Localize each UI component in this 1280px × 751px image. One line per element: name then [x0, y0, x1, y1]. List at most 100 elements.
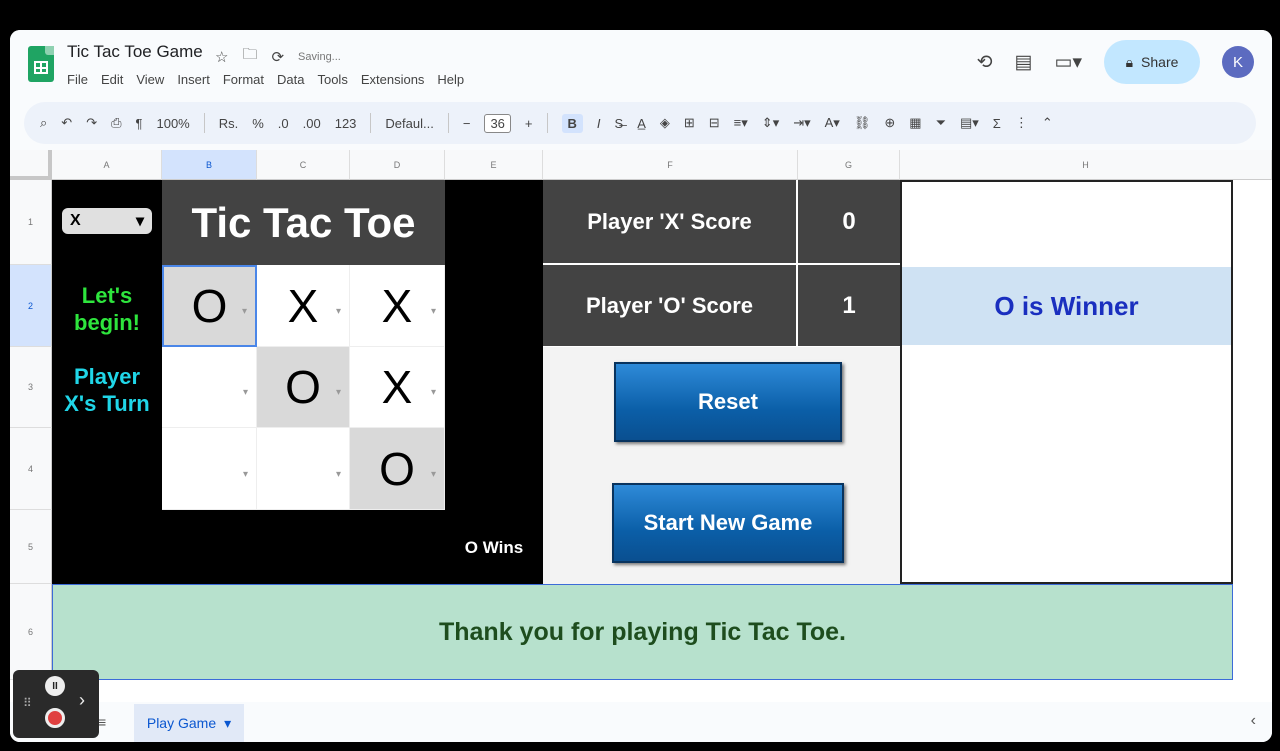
insert-link-icon[interactable]: ⛓ — [854, 115, 871, 131]
share-button[interactable]: 🔒︎ Share — [1104, 40, 1200, 84]
start-new-game-button[interactable]: Start New Game — [612, 483, 844, 563]
drag-handle-icon[interactable]: ⠿ — [23, 696, 32, 710]
menu-edit[interactable]: Edit — [101, 72, 123, 87]
horizontal-align-icon[interactable]: ≡▾ — [734, 115, 748, 131]
menu-insert[interactable]: Insert — [177, 72, 210, 87]
row-header-5[interactable]: 5 — [10, 510, 52, 584]
dropdown-arrow-icon: ▾ — [335, 305, 341, 317]
column-header-f[interactable]: F — [543, 150, 798, 180]
column-header-c[interactable]: C — [257, 150, 350, 180]
menu-format[interactable]: Format — [223, 72, 264, 87]
row-header-6[interactable]: 6 — [10, 584, 52, 680]
score-o-label: Player 'O' Score — [543, 265, 796, 346]
meet-icon[interactable]: ▭▾ — [1055, 51, 1083, 74]
font-size-increase-icon[interactable]: + — [525, 116, 533, 131]
collapse-toolbar-icon[interactable]: ⌃ — [1042, 115, 1053, 131]
board-cell-c2[interactable]: X ▾ — [257, 265, 350, 347]
insert-comment-icon[interactable]: ⊕ — [884, 115, 895, 131]
bold-button[interactable]: B — [561, 113, 583, 133]
reset-button[interactable]: Reset — [614, 362, 842, 442]
chevron-right-icon[interactable]: › — [79, 690, 85, 711]
insert-chart-icon[interactable]: ▦ — [909, 115, 921, 131]
board-cell-d3[interactable]: X ▾ — [350, 347, 445, 428]
borders-icon[interactable]: ⊞ — [684, 115, 695, 131]
score-o-value: 1 — [798, 265, 900, 346]
comments-icon[interactable]: ▤ — [1015, 51, 1033, 74]
increase-decimal[interactable]: .00 — [303, 116, 321, 131]
menu-file[interactable]: File — [67, 72, 88, 87]
decrease-decimal[interactable]: .0 — [278, 116, 289, 131]
row-header-4[interactable]: 4 — [10, 428, 52, 510]
menu-extensions[interactable]: Extensions — [361, 72, 425, 87]
undo-icon[interactable]: ↶ — [61, 115, 72, 131]
menu-data[interactable]: Data — [277, 72, 304, 87]
board-cell-d2[interactable]: X ▾ — [350, 265, 445, 347]
column-header-a[interactable]: A — [52, 150, 162, 180]
zoom-select[interactable]: 100% — [156, 116, 189, 131]
print-icon[interactable]: ⎙ — [111, 115, 121, 131]
avatar[interactable]: K — [1222, 46, 1254, 78]
filter-icon[interactable]: ⏷ — [936, 115, 946, 131]
winner-panel — [900, 180, 1233, 584]
redo-icon[interactable]: ↷ — [86, 115, 97, 131]
scroll-tabs-left-icon[interactable]: ‹ — [1251, 712, 1256, 730]
font-select[interactable]: Defaul... — [385, 116, 433, 131]
percent-format[interactable]: % — [252, 116, 264, 131]
menu-help[interactable]: Help — [437, 72, 464, 87]
column-header-h[interactable]: H — [900, 150, 1272, 180]
row-header-3[interactable]: 3 — [10, 347, 52, 428]
chevron-down-icon: ▾ — [224, 714, 232, 731]
search-menus-icon[interactable]: ⌕ — [40, 115, 47, 131]
column-header-d[interactable]: D — [350, 150, 445, 180]
more-options-icon[interactable]: ⋮ — [1015, 115, 1028, 131]
result-text: O Wins — [464, 538, 524, 557]
text-rotation-icon[interactable]: A▾ — [825, 115, 840, 131]
text-wrap-icon[interactable]: ⇥▾ — [793, 115, 810, 131]
italic-button[interactable]: I — [597, 116, 601, 131]
select-all-corner[interactable] — [10, 150, 52, 180]
board-cell-c3[interactable]: O ▾ — [257, 347, 350, 428]
status-message: Let's begin! — [52, 274, 162, 344]
pause-icon[interactable]: II — [45, 676, 65, 696]
score-x-label: Player 'X' Score — [543, 180, 796, 263]
currency-format[interactable]: Rs. — [219, 116, 239, 131]
result-panel: O Wins — [445, 180, 543, 584]
board-cell-c4[interactable]: ▾ — [257, 428, 350, 510]
vertical-align-icon[interactable]: ⇕▾ — [762, 115, 779, 131]
functions-icon[interactable]: Σ — [993, 116, 1001, 131]
dropdown-arrow-icon: ▾ — [335, 387, 341, 398]
score-x-value: 0 — [798, 180, 900, 263]
toolbar-divider — [546, 113, 548, 133]
star-icon[interactable]: ☆ — [215, 48, 228, 66]
menu-tools[interactable]: Tools — [317, 72, 347, 87]
filter-views-icon[interactable]: ▤▾ — [960, 115, 979, 131]
number-format[interactable]: 123 — [335, 116, 357, 131]
fill-color-icon[interactable]: ◈ — [660, 115, 670, 131]
board-cell-b4[interactable]: ▾ — [162, 428, 257, 510]
sheet-tab-play-game[interactable]: Play Game ▾ — [134, 704, 244, 742]
sheets-logo-icon[interactable] — [28, 46, 54, 82]
move-folder-icon[interactable]: 🗀 — [242, 44, 257, 69]
column-header-e[interactable]: E — [445, 150, 543, 180]
stop-record-icon[interactable] — [45, 708, 65, 728]
column-header-b[interactable]: B — [162, 150, 257, 180]
board-cell-d4[interactable]: O ▾ — [350, 428, 445, 510]
board-cell-b2[interactable]: O ▾ — [162, 265, 257, 347]
dropdown-arrow-icon: ▾ — [430, 305, 436, 317]
row-header-1[interactable]: 1 — [10, 180, 52, 265]
row-header-2[interactable]: 2 — [10, 265, 52, 347]
strikethrough-icon[interactable]: S̶ — [615, 116, 624, 131]
menu-view[interactable]: View — [136, 72, 164, 87]
spreadsheet-grid: A B C D E F G H 1 2 3 4 5 6 X ▾ Let's be… — [10, 150, 1272, 710]
player-select-dropdown[interactable]: X ▾ — [62, 208, 152, 234]
board-cell-b3[interactable]: ▾ — [162, 347, 257, 428]
version-history-icon[interactable]: ⟲ — [977, 51, 993, 74]
all-sheets-icon[interactable]: ≡ — [98, 714, 106, 730]
paint-format-icon[interactable]: ¶ — [136, 116, 143, 131]
doc-title[interactable]: Tic Tac Toe Game — [67, 42, 203, 62]
font-size-input[interactable]: 36 — [484, 113, 511, 133]
text-color-icon[interactable]: A̲ — [637, 116, 646, 131]
merge-cells-icon[interactable]: ⊟ — [709, 115, 720, 131]
column-header-g[interactable]: G — [798, 150, 900, 180]
font-size-decrease-icon[interactable]: − — [463, 116, 471, 131]
